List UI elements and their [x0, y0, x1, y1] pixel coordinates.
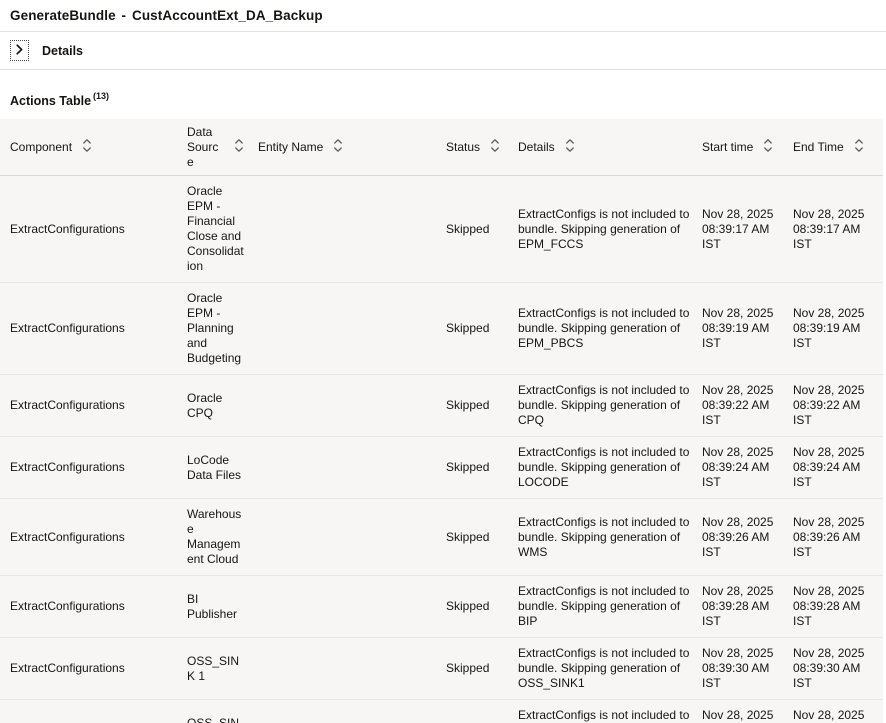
table-row: ExtractConfigurations OSS_SINK 1 Skipped… — [0, 638, 883, 700]
cell-details: ExtractConfigs is not included to bundle… — [518, 375, 702, 436]
sort-icon[interactable] — [490, 138, 500, 157]
details-expand-button[interactable] — [10, 40, 29, 61]
cell-status: Skipped — [446, 313, 518, 344]
cell-end-time: Nov 28, 2025 08:39:28 AM IST — [793, 576, 883, 637]
details-label: Details — [42, 44, 83, 58]
cell-data-source: Warehouse Management Cloud — [187, 499, 258, 575]
page-title: GenerateBundle - CustAccountExt_DA_Backu… — [10, 8, 876, 23]
sort-icon[interactable] — [82, 138, 92, 157]
cell-start-time: Nov 28, 2025 08:39:30 AM IST — [702, 638, 793, 699]
cell-data-source: Oracle CPQ — [187, 383, 258, 429]
cell-component: ExtractConfigurations — [0, 313, 187, 344]
column-header-entity-name[interactable]: Entity Name — [258, 138, 446, 157]
title-bar: GenerateBundle - CustAccountExt_DA_Backu… — [0, 0, 886, 32]
cell-data-source: Oracle EPM - Planning and Budgeting — [187, 283, 258, 374]
cell-status: Skipped — [446, 591, 518, 622]
cell-entity-name — [258, 529, 446, 545]
sort-icon[interactable] — [234, 138, 244, 157]
cell-start-time: Nov 28, 2025 08:39:33 AM IST — [702, 700, 793, 723]
cell-status: Skipped — [446, 214, 518, 245]
sort-icon[interactable] — [854, 138, 864, 157]
actions-table-title: Actions Table — [10, 94, 91, 108]
sort-icon[interactable] — [565, 138, 575, 157]
cell-data-source: LoCode Data Files — [187, 445, 258, 491]
table-row: ExtractConfigurations Oracle EPM - Plann… — [0, 283, 883, 375]
cell-end-time: Nov 28, 2025 08:39:26 AM IST — [793, 507, 883, 568]
cell-data-source: OSS_SINK 2 — [187, 708, 258, 723]
cell-start-time: Nov 28, 2025 08:39:26 AM IST — [702, 507, 793, 568]
cell-status: Skipped — [446, 653, 518, 684]
cell-component: ExtractConfigurations — [0, 522, 187, 553]
cell-start-time: Nov 28, 2025 08:39:24 AM IST — [702, 437, 793, 498]
actions-table-count: (13) — [93, 91, 109, 101]
cell-start-time: Nov 28, 2025 08:39:19 AM IST — [702, 298, 793, 359]
cell-details: ExtractConfigs is not included to bundle… — [518, 507, 702, 568]
column-header-details[interactable]: Details — [518, 138, 702, 157]
cell-component: ExtractConfigurations — [0, 452, 187, 483]
cell-status: Skipped — [446, 452, 518, 483]
table-row: ExtractConfigurations OSS_SINK 2 Skipped… — [0, 700, 883, 723]
cell-details: ExtractConfigs is not included to bundle… — [518, 199, 702, 260]
column-header-component[interactable]: Component — [0, 138, 187, 157]
cell-entity-name — [258, 460, 446, 476]
table-row: ExtractConfigurations Oracle CPQ Skipped… — [0, 375, 883, 437]
table-body: ExtractConfigurations Oracle EPM - Finan… — [0, 176, 883, 723]
cell-start-time: Nov 28, 2025 08:39:17 AM IST — [702, 199, 793, 260]
table-row: ExtractConfigurations LoCode Data Files … — [0, 437, 883, 499]
sort-icon[interactable] — [763, 138, 773, 157]
cell-status: Skipped — [446, 522, 518, 553]
cell-entity-name — [258, 599, 446, 615]
chevron-right-icon — [15, 43, 24, 58]
cell-end-time: Nov 28, 2025 08:39:30 AM IST — [793, 638, 883, 699]
table-row: ExtractConfigurations Warehouse Manageme… — [0, 499, 883, 576]
cell-end-time: Nov 28, 2025 08:39:24 AM IST — [793, 437, 883, 498]
table-header-row: Component Data Source Entity Name Status… — [0, 119, 883, 176]
cell-data-source: Oracle EPM - Financial Close and Consoli… — [187, 176, 258, 282]
cell-details: ExtractConfigs is not included to bundle… — [518, 638, 702, 699]
column-header-start-time[interactable]: Start time — [702, 138, 793, 157]
cell-end-time: Nov 28, 2025 08:39:19 AM IST — [793, 298, 883, 359]
cell-end-time: Nov 28, 2025 08:39:22 AM IST — [793, 375, 883, 436]
table-row: ExtractConfigurations Oracle EPM - Finan… — [0, 176, 883, 283]
cell-data-source: BI Publisher — [187, 584, 258, 630]
cell-component: ExtractConfigurations — [0, 591, 187, 622]
cell-start-time: Nov 28, 2025 08:39:22 AM IST — [702, 375, 793, 436]
cell-details: ExtractConfigs is not included to bundle… — [518, 437, 702, 498]
cell-details: ExtractConfigs is not included to bundle… — [518, 298, 702, 359]
cell-entity-name — [258, 661, 446, 677]
sort-icon[interactable] — [333, 138, 343, 157]
cell-component: ExtractConfigurations — [0, 214, 187, 245]
cell-data-source: OSS_SINK 1 — [187, 646, 258, 692]
cell-start-time: Nov 28, 2025 08:39:28 AM IST — [702, 576, 793, 637]
cell-status: Skipped — [446, 390, 518, 421]
details-section-header: Details — [0, 32, 886, 70]
cell-entity-name — [258, 221, 446, 237]
cell-component: ExtractConfigurations — [0, 715, 187, 723]
cell-status: Skipped — [446, 715, 518, 723]
actions-table: Component Data Source Entity Name Status… — [0, 119, 883, 723]
cell-entity-name — [258, 398, 446, 414]
cell-details: ExtractConfigs is not included to bundle… — [518, 576, 702, 637]
cell-details: ExtractConfigs is not included to bundle… — [518, 700, 702, 723]
column-header-data-source[interactable]: Data Source — [187, 125, 258, 170]
column-header-status[interactable]: Status — [446, 138, 518, 157]
cell-component: ExtractConfigurations — [0, 653, 187, 684]
cell-end-time: Nov 28, 2025 08:39:33 AM IST — [793, 700, 883, 723]
cell-entity-name — [258, 321, 446, 337]
actions-table-heading: Actions Table(13) — [10, 90, 876, 108]
cell-end-time: Nov 28, 2025 08:39:17 AM IST — [793, 199, 883, 260]
column-header-end-time[interactable]: End Time — [793, 138, 883, 157]
cell-component: ExtractConfigurations — [0, 390, 187, 421]
table-row: ExtractConfigurations BI Publisher Skipp… — [0, 576, 883, 638]
